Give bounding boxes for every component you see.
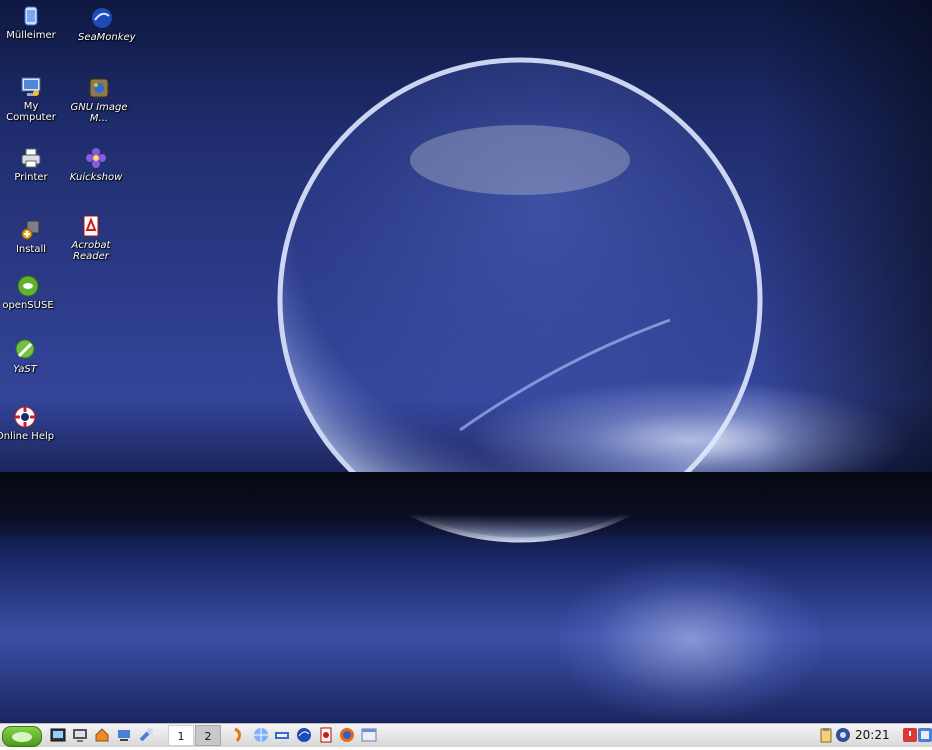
opensuse-icon: [17, 275, 39, 297]
settings-icon[interactable]: [138, 727, 154, 743]
seamonkey-icon: [92, 8, 112, 28]
desktop-icon-online-help[interactable]: Online Help: [0, 405, 56, 442]
home-icon[interactable]: [94, 727, 110, 743]
desktop-icon-kuickshow[interactable]: Kuickshow: [65, 146, 127, 183]
lifebuoy-icon: [14, 406, 36, 428]
acrobat-taskbar-icon[interactable]: [318, 727, 334, 743]
acrobat-icon: [83, 215, 99, 237]
desktop-icon-label: GNU Image M...: [70, 102, 128, 124]
desktop-icon-label: openSUSE: [2, 300, 54, 311]
desktop-icon-install[interactable]: Install: [0, 218, 62, 255]
seamonkey-taskbar-icon[interactable]: [296, 727, 312, 743]
workspace-2-button[interactable]: 2: [195, 725, 221, 746]
desktop-icon-label: Mülleimer: [6, 30, 56, 41]
window-icon[interactable]: [361, 727, 377, 743]
workspace-1-button[interactable]: 1: [168, 725, 194, 746]
power-icon[interactable]: [902, 727, 918, 743]
network-icon[interactable]: [116, 727, 132, 743]
desktop-background: Mülleimer My Computer Printer Install op…: [0, 0, 932, 723]
computer-icon: [21, 77, 41, 96]
water-reflection: [560, 560, 820, 720]
desktop-icon-label: SeaMonkey: [78, 32, 136, 43]
browser-icon[interactable]: [253, 727, 269, 743]
network-status-icon[interactable]: [835, 727, 851, 743]
install-icon: [21, 220, 40, 240]
desktop-icon-printer[interactable]: Printer: [0, 146, 62, 183]
terminal-icon[interactable]: [50, 727, 66, 743]
desktop-icon-trash[interactable]: Mülleimer: [0, 4, 62, 41]
java-icon[interactable]: [231, 727, 247, 743]
desktop-icon-gimp[interactable]: GNU Image M...: [68, 76, 130, 124]
desktop-icon-label: YaST: [13, 364, 37, 375]
yast-icon: [15, 339, 35, 359]
desktop-icon-label: Printer: [14, 172, 48, 183]
opensuse-logo-icon: [12, 732, 32, 742]
trash-icon: [24, 6, 38, 26]
taskbar: 1 2 20:21: [0, 723, 932, 747]
tree-silhouette: [762, 0, 932, 480]
show-desktop-icon[interactable]: [917, 727, 932, 743]
network-tool-icon[interactable]: [274, 727, 290, 743]
desktop-icon-my-computer[interactable]: My Computer: [0, 75, 62, 123]
desktop-icon-label: Acrobat Reader: [71, 240, 111, 262]
desktop-icon-seamonkey[interactable]: SeaMonkey: [71, 6, 136, 43]
desktop-icon-acrobat[interactable]: Acrobat Reader: [60, 214, 122, 262]
desktop-icon-label: Kuickshow: [69, 172, 123, 183]
desktop-icon-label: My Computer: [6, 101, 56, 123]
firefox-icon[interactable]: [339, 727, 355, 743]
desktop-icon-opensuse[interactable]: openSUSE: [0, 274, 59, 311]
clipboard-icon[interactable]: [818, 727, 834, 743]
clock[interactable]: 20:21: [855, 728, 890, 742]
kuickshow-icon: [86, 148, 106, 168]
desktop-icon-label: Online Help: [0, 431, 55, 442]
start-menu-button[interactable]: [2, 726, 42, 747]
desktop-icon-yast[interactable]: YaST: [0, 338, 56, 375]
gimp-icon: [89, 78, 109, 98]
treeline: [0, 472, 932, 542]
monitor-icon[interactable]: [72, 727, 88, 743]
printer-icon: [21, 148, 41, 168]
desktop-icon-label: Install: [15, 244, 47, 255]
